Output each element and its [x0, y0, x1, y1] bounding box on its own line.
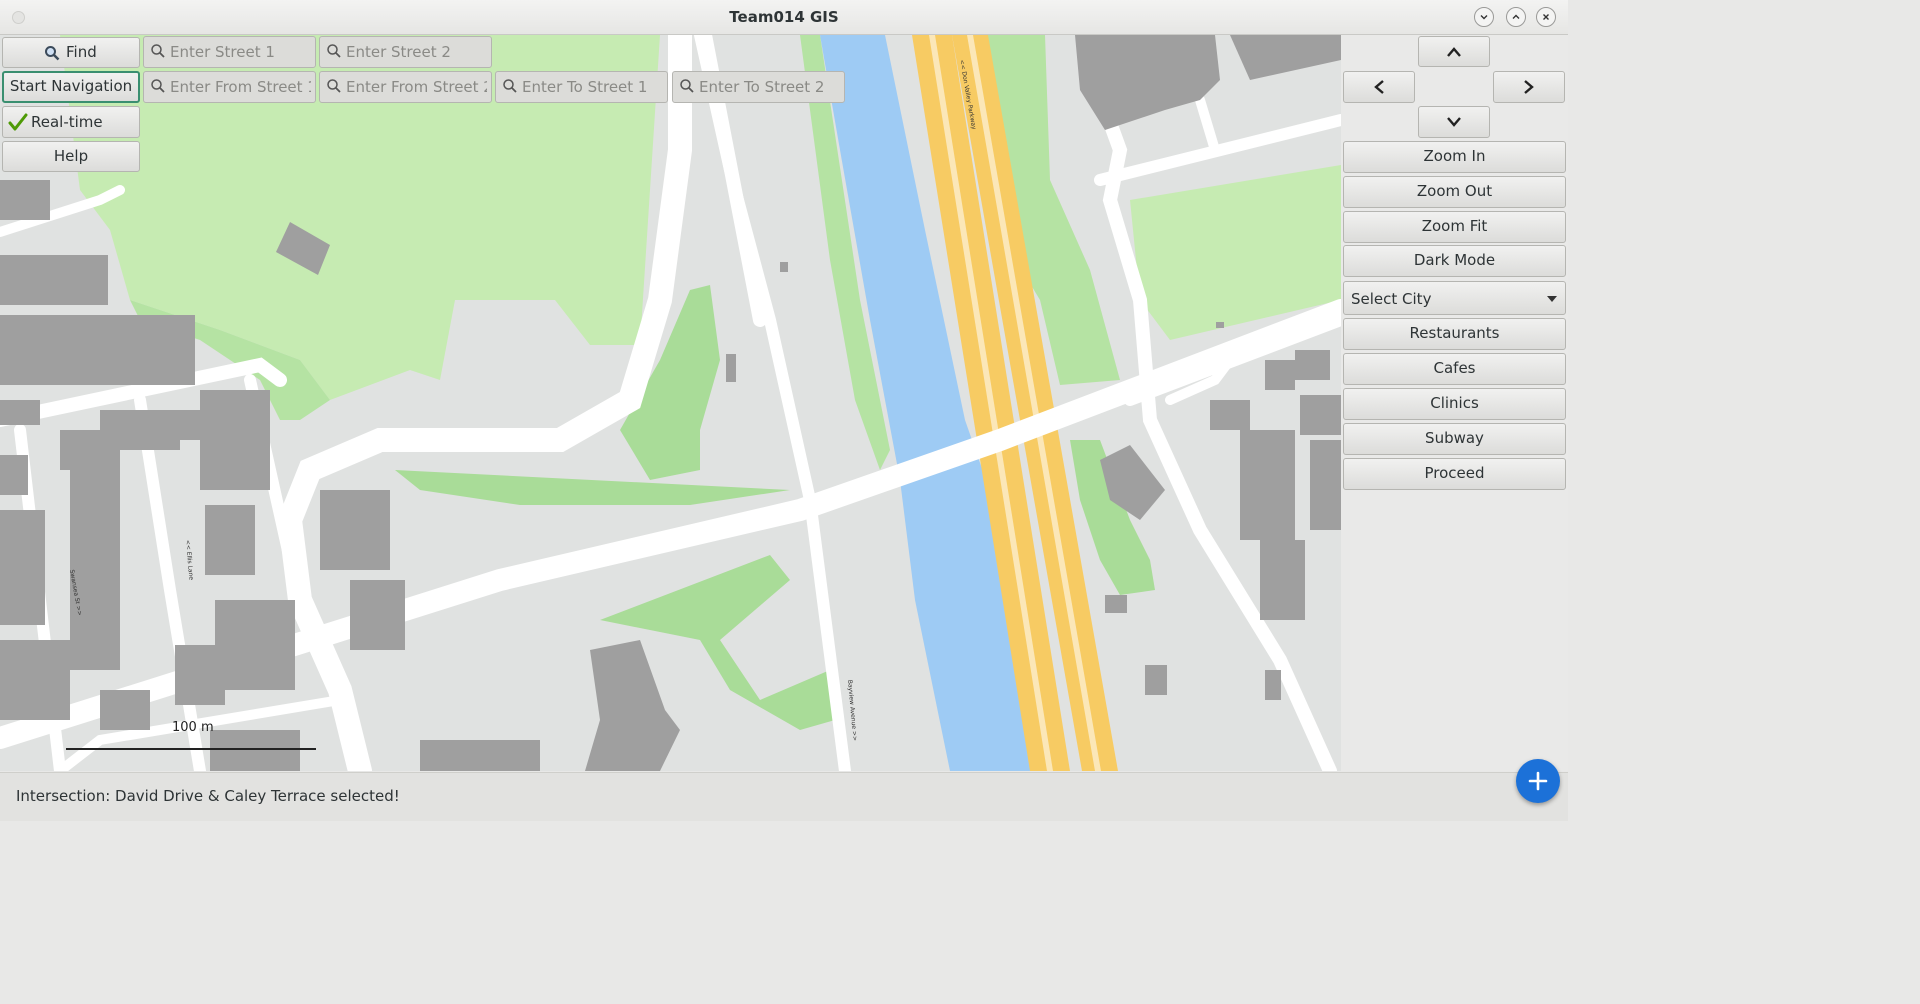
search-icon	[45, 46, 60, 61]
pan-down-button[interactable]	[1418, 106, 1490, 138]
to-street2-input[interactable]	[672, 71, 845, 103]
pan-up-button[interactable]	[1418, 36, 1490, 67]
chevron-left-icon	[1374, 80, 1384, 94]
pan-right-button[interactable]	[1493, 71, 1565, 103]
from-street1-input[interactable]	[143, 71, 316, 103]
map-canvas[interactable]: << Don Valley Parkway << Ellis Lane Swan…	[0, 35, 1341, 771]
street1-field[interactable]	[170, 40, 311, 64]
status-bar: Intersection: David Drive & Caley Terrac…	[0, 772, 1568, 821]
find-button-label: Find	[66, 43, 97, 61]
map-drawing[interactable]: << Don Valley Parkway << Ellis Lane Swan…	[0, 35, 1341, 771]
select-city-dropdown[interactable]: Select City	[1343, 281, 1566, 315]
close-icon	[1543, 14, 1549, 20]
select-city-value: Select City	[1351, 290, 1432, 308]
start-navigation-button[interactable]: Start Navigation	[2, 71, 140, 103]
search-icon	[151, 79, 165, 93]
to-street1-field[interactable]	[522, 75, 663, 99]
street2-field[interactable]	[346, 40, 487, 64]
search-icon	[151, 44, 165, 58]
pan-left-button[interactable]	[1343, 71, 1415, 103]
chevron-up-icon	[1447, 46, 1461, 57]
help-button[interactable]: Help	[2, 141, 140, 172]
maximize-button[interactable]	[1506, 7, 1526, 27]
street1-input[interactable]	[143, 36, 316, 68]
from-street1-field[interactable]	[170, 75, 311, 99]
title-bar: Team014 GIS	[0, 0, 1568, 35]
chevron-up-icon	[1512, 14, 1520, 19]
chevron-down-icon	[1447, 117, 1461, 127]
street2-input[interactable]	[319, 36, 492, 68]
status-message: Intersection: David Drive & Caley Terrac…	[16, 787, 400, 805]
restaurants-button[interactable]: Restaurants	[1343, 318, 1566, 350]
search-icon	[327, 44, 341, 58]
realtime-bike-toggle[interactable]: Real-time Bike	[2, 106, 140, 159]
zoom-out-button[interactable]: Zoom Out	[1343, 176, 1566, 208]
zoom-fit-button[interactable]: Zoom Fit	[1343, 211, 1566, 243]
cafes-button[interactable]: Cafes	[1343, 353, 1566, 385]
minimize-button[interactable]	[1474, 7, 1494, 27]
find-button[interactable]: Find	[2, 37, 140, 68]
plus-icon	[1528, 771, 1548, 791]
search-icon	[680, 79, 694, 93]
scale-label: 100 m	[172, 720, 214, 735]
search-icon	[327, 79, 341, 93]
chevron-down-icon	[1480, 15, 1488, 20]
search-icon	[503, 79, 517, 93]
zoom-in-button[interactable]: Zoom In	[1343, 141, 1566, 173]
clinics-button[interactable]: Clinics	[1343, 388, 1566, 420]
add-fab-button[interactable]	[1516, 759, 1560, 803]
scale-bar	[66, 748, 316, 750]
dark-mode-button[interactable]: Dark Mode	[1343, 245, 1566, 277]
chevron-right-icon	[1524, 80, 1534, 94]
to-street1-input[interactable]	[495, 71, 668, 103]
proceed-button[interactable]: Proceed	[1343, 458, 1566, 490]
subway-button[interactable]: Subway	[1343, 423, 1566, 455]
from-street2-input[interactable]	[319, 71, 492, 103]
close-button[interactable]	[1536, 7, 1556, 27]
from-street2-field[interactable]	[346, 75, 487, 99]
to-street2-field[interactable]	[699, 75, 840, 99]
dropdown-caret-icon	[1547, 296, 1557, 302]
checkmark-icon	[8, 113, 28, 131]
window-title: Team014 GIS	[729, 8, 839, 26]
